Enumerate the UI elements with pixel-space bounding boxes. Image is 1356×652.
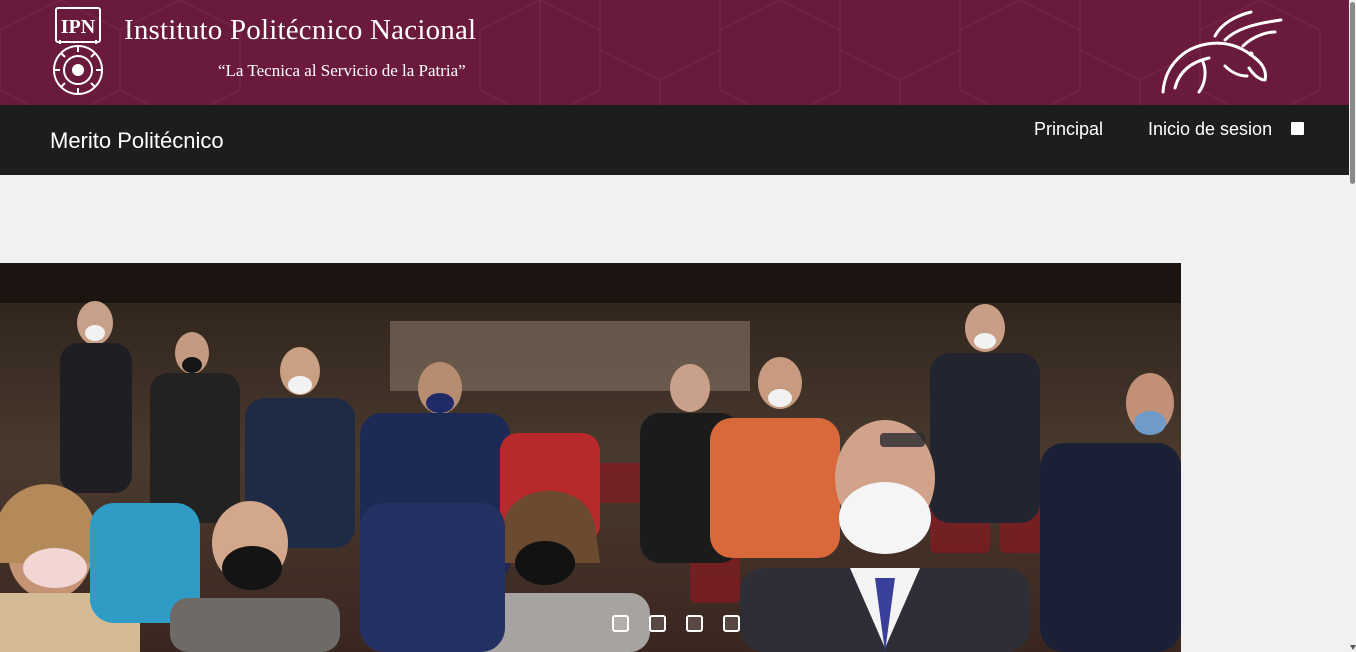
institution-name: Instituto Politécnico Nacional xyxy=(124,14,477,46)
carousel-indicator-2[interactable] xyxy=(649,615,666,632)
burro-blanco-logo-icon xyxy=(1155,6,1285,98)
seal-text: IPN xyxy=(61,16,96,38)
carousel-indicators xyxy=(612,615,740,633)
nav-toggle-checkbox[interactable] xyxy=(1291,122,1304,135)
carousel-indicator-4[interactable] xyxy=(723,615,740,632)
image-carousel xyxy=(0,263,1181,652)
carousel-indicator-1[interactable] xyxy=(612,615,629,632)
nav-link-principal[interactable]: Principal xyxy=(1034,119,1103,140)
carousel-slide-photo xyxy=(0,263,1181,652)
carousel-indicator-3[interactable] xyxy=(686,615,703,632)
institution-banner: IPN Instituto Politécnico Nacional “La T… xyxy=(0,0,1349,105)
nav-link-inicio-de-sesion[interactable]: Inicio de sesion xyxy=(1148,119,1272,140)
scrollbar-thumb[interactable] xyxy=(1350,2,1355,184)
institution-motto: “La Tecnica al Servicio de la Patria” xyxy=(218,61,466,80)
scroll-down-arrow-icon[interactable] xyxy=(1350,645,1356,650)
main-navbar: Merito Politécnico Principal Inicio de s… xyxy=(0,105,1349,175)
page-scrollbar[interactable] xyxy=(1349,0,1356,652)
brand-link[interactable]: Merito Politécnico xyxy=(50,128,224,154)
ipn-seal-icon[interactable]: IPN xyxy=(50,4,106,102)
